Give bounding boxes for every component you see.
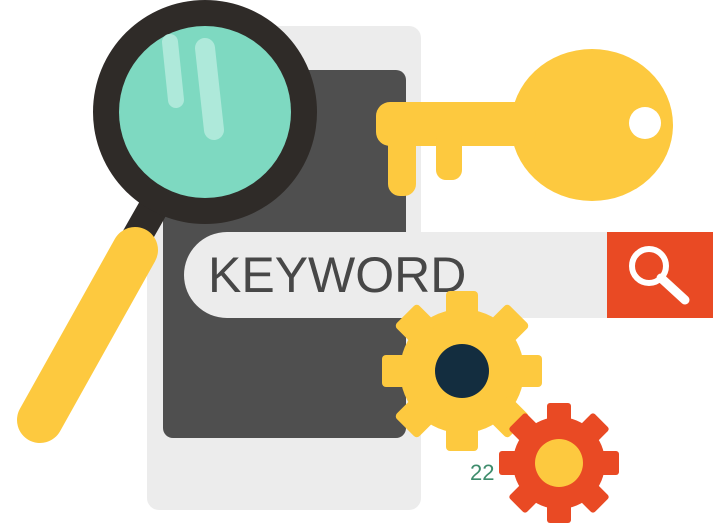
keyword-illustration: KEYWORD 22 [0, 0, 713, 528]
search-icon [629, 246, 690, 305]
search-keyword-text: KEYWORD [208, 247, 467, 303]
page-number: 22 [470, 460, 495, 485]
search-button[interactable] [607, 232, 713, 318]
